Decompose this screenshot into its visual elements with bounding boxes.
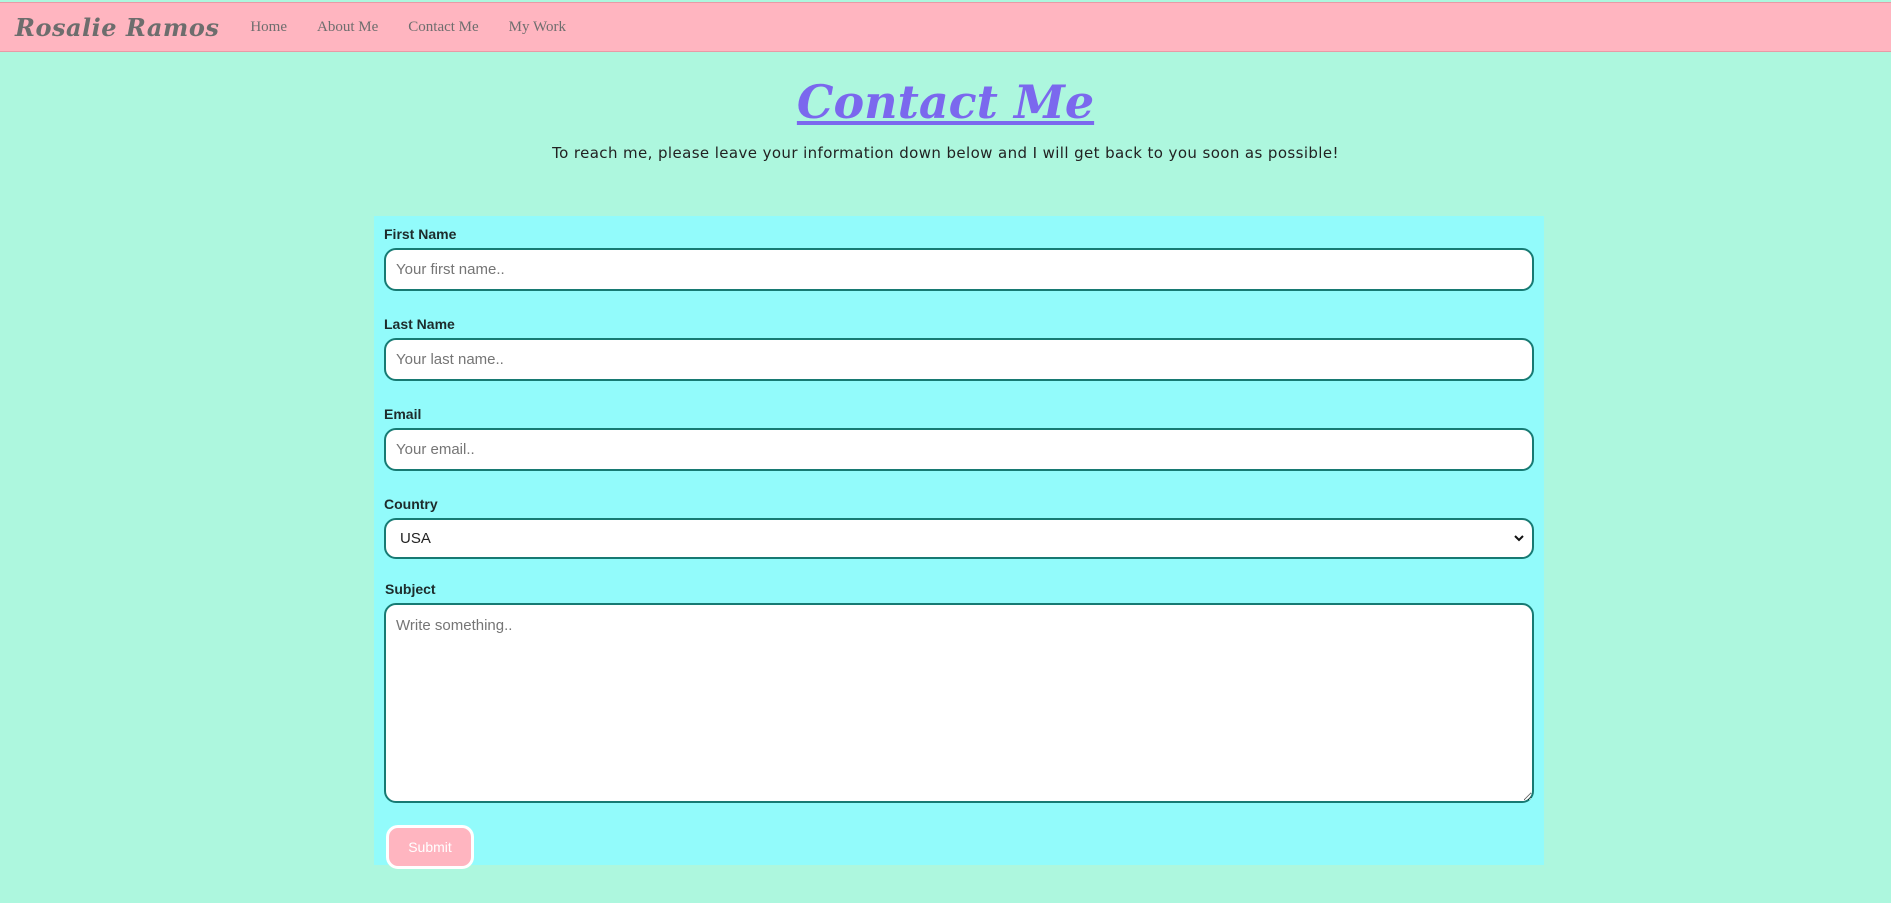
last-name-input[interactable] [384, 338, 1534, 381]
first-name-label: First Name [384, 226, 457, 242]
country-label: Country [384, 496, 438, 512]
subject-group: Subject [384, 582, 1534, 803]
nav-link-contact-me[interactable]: Contact Me [408, 19, 478, 36]
nav-link-home[interactable]: Home [250, 19, 287, 36]
subject-label: Subject [385, 581, 436, 597]
page-title: Contact Me [796, 75, 1095, 129]
chevron-down-icon [1514, 535, 1524, 542]
country-select[interactable]: USA [384, 518, 1534, 559]
contact-form: First Name Last Name Email Country USA S… [374, 216, 1544, 869]
country-select-value: USA [400, 530, 431, 547]
nav-links: Home About Me Contact Me My Work [235, 19, 581, 36]
brand-logo[interactable]: Rosalie Ramos [15, 13, 219, 42]
first-name-input[interactable] [384, 248, 1534, 291]
nav-link-about-me[interactable]: About Me [317, 19, 378, 36]
page-subtitle: To reach me, please leave your informati… [552, 144, 1339, 162]
submit-button[interactable]: Submit [386, 825, 474, 869]
email-input[interactable] [384, 428, 1534, 471]
email-label: Email [384, 406, 422, 422]
page-header: Contact Me To reach me, please leave you… [0, 72, 1891, 162]
first-name-group: First Name [384, 227, 1534, 291]
email-group: Email [384, 407, 1534, 471]
nav-link-my-work[interactable]: My Work [509, 19, 566, 36]
last-name-label: Last Name [384, 316, 455, 332]
last-name-group: Last Name [384, 317, 1534, 381]
navbar: Rosalie Ramos Home About Me Contact Me M… [0, 2, 1891, 52]
country-group: Country USA [384, 497, 1534, 559]
subject-textarea[interactable] [384, 603, 1534, 803]
